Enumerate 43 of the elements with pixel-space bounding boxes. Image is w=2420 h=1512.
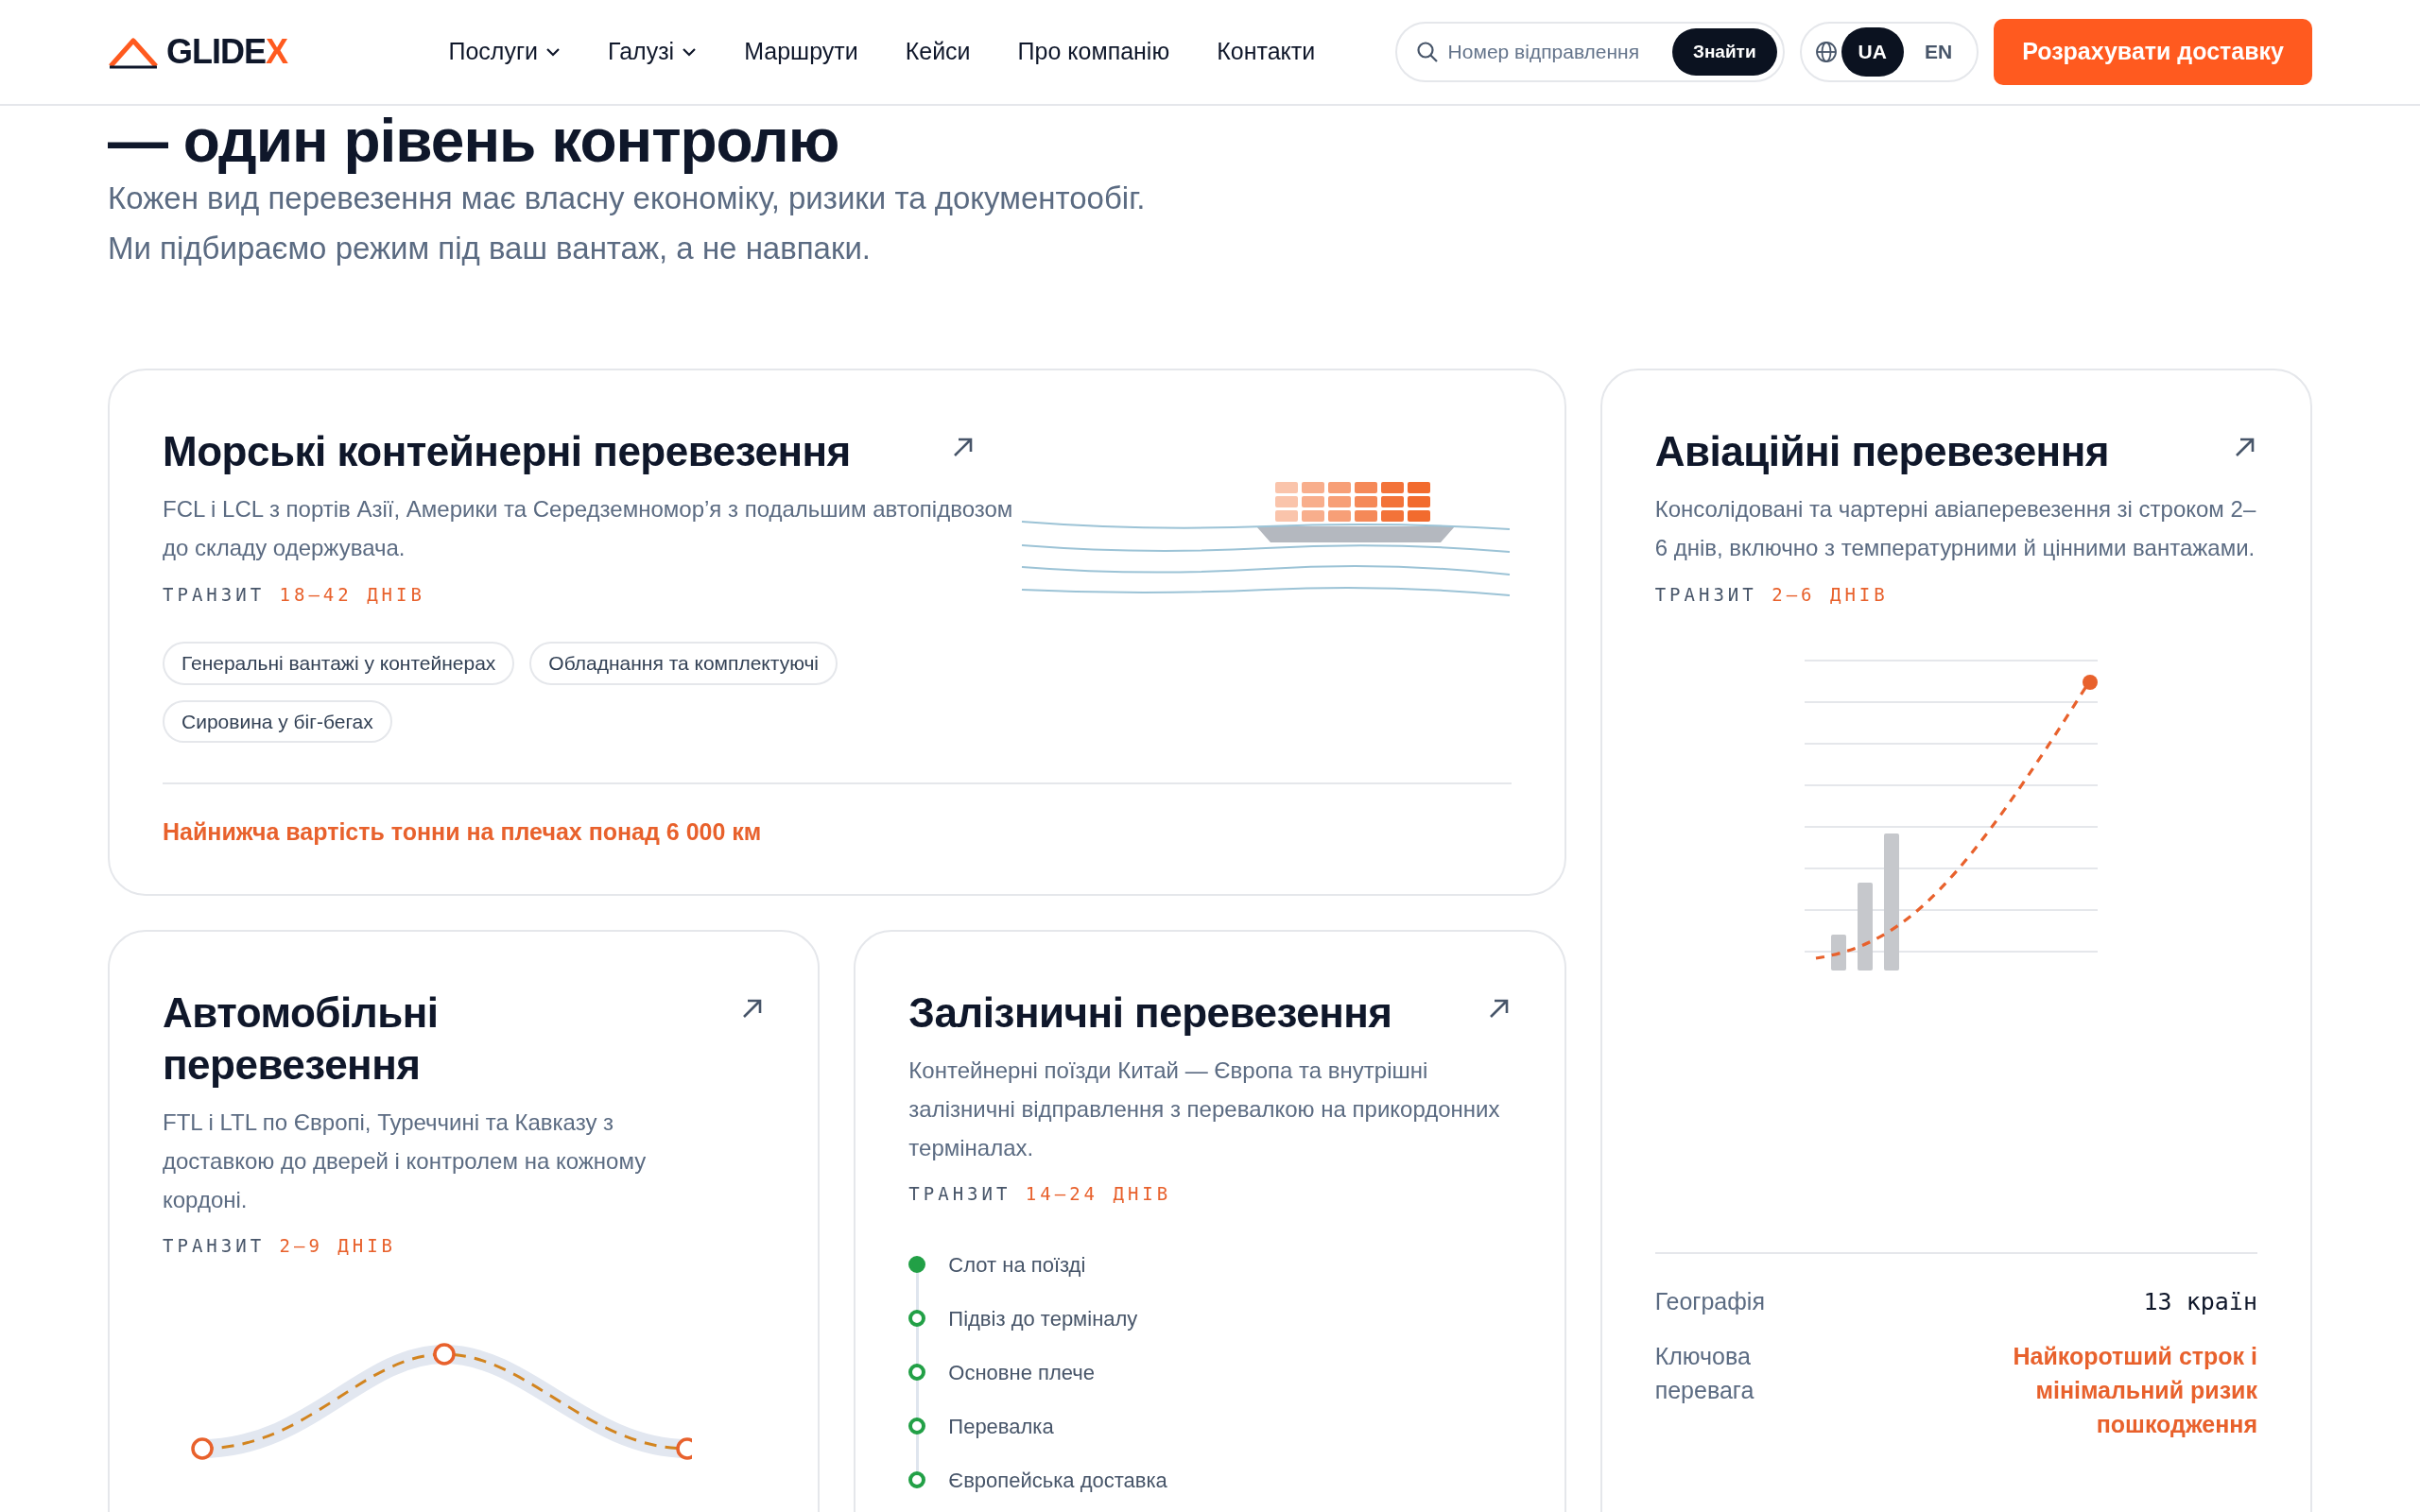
cargo-tag: Обладнання та комплектуючі — [529, 642, 838, 685]
transit-time: ТРАНЗИТ 14–24 ДНІВ — [908, 1182, 1173, 1207]
nav-link[interactable]: Послуги — [448, 34, 561, 70]
step-label: Підвіз до терміналу — [948, 1305, 1138, 1332]
fact-value: Найкоротший строк і мінімальний ризик пошкодження — [2012, 1341, 2257, 1440]
transit-time: ТРАНЗИТ 2–9 ДНІВ — [163, 1234, 398, 1259]
transit-time: ТРАНЗИТ 18–42 ДНІВ — [163, 582, 426, 607]
fact-label: Ключова перевага — [1654, 1341, 1755, 1405]
nav-link[interactable]: Кейси — [905, 34, 971, 70]
language-option[interactable]: EN — [1907, 27, 1970, 77]
step-label: Основне плече — [948, 1359, 1095, 1386]
globe-icon — [1814, 41, 1838, 63]
cargo-tag: Сировина у біг-бегах — [163, 699, 392, 744]
tracking-search-field[interactable]: Номер відправлення Знайти — [1394, 22, 1785, 82]
card-description: Консолідовані та чартерні авіаперевезення зі строком 2–6 днів, включно з температурними й цінними вантажами. — [1654, 495, 2257, 562]
transit-time: ТРАНЗИТ 2–6 ДНІВ — [1654, 582, 1890, 607]
card-title: Автомобільні перевезення — [163, 988, 440, 1090]
card-description: FCL і LCL з портів Азії, Америки та Середземномор’я з подальшим автопідвозом до складу одержувача. — [163, 495, 1013, 562]
card-title: Авіаційні перевезення — [1654, 427, 2109, 476]
logo-text: GLIDEX — [166, 31, 288, 73]
nav-link[interactable]: Галузі — [608, 34, 698, 70]
cost-highlight: Найнижча вартість тонни на плечах понад 6 000 км — [163, 817, 763, 848]
step-label: Європейська доставка — [948, 1467, 1167, 1494]
card-title: Залізничні перевезення — [908, 988, 1392, 1038]
card-title: Морські контейнерні перевезення — [163, 427, 851, 476]
fact-label: Географія — [1654, 1287, 1765, 1317]
chart-point — [2083, 675, 2099, 691]
cargo-tag: Генеральні вантажі у контейнерах — [163, 642, 515, 685]
card-description: Контейнерні поїзди Китай — Європа та внутрішні залізничні відправлення з перевалкою на прикордонних терміналах. — [908, 1057, 1501, 1162]
find-button[interactable]: Знайти — [1672, 27, 1777, 77]
nav-link[interactable]: Контакти — [1217, 34, 1316, 70]
language-option[interactable]: UA — [1841, 27, 1904, 77]
step-label: Перевалка — [948, 1413, 1054, 1440]
fact-value: 13 країн — [2143, 1287, 2257, 1318]
card-description: FTL і LTL по Європі, Туреччині та Кавказу з доставкою до дверей і контролем на кожному кордоні. — [163, 1108, 648, 1214]
chart-bar — [1831, 935, 1847, 971]
nav-link[interactable]: Маршрути — [744, 34, 858, 70]
step-label: Слот на поїзді — [948, 1251, 1086, 1279]
section-heading: — один рівень контролю — [108, 108, 840, 175]
intro-text: Кожен вид перевезення має власну економіку, ризики та документообіг. Ми підбираємо режим під ваш вантаж, а не навпаки. — [108, 180, 1147, 268]
search-icon — [1415, 41, 1439, 63]
nav-link[interactable]: Про компанію — [1017, 34, 1170, 70]
logo-icon — [108, 35, 159, 69]
